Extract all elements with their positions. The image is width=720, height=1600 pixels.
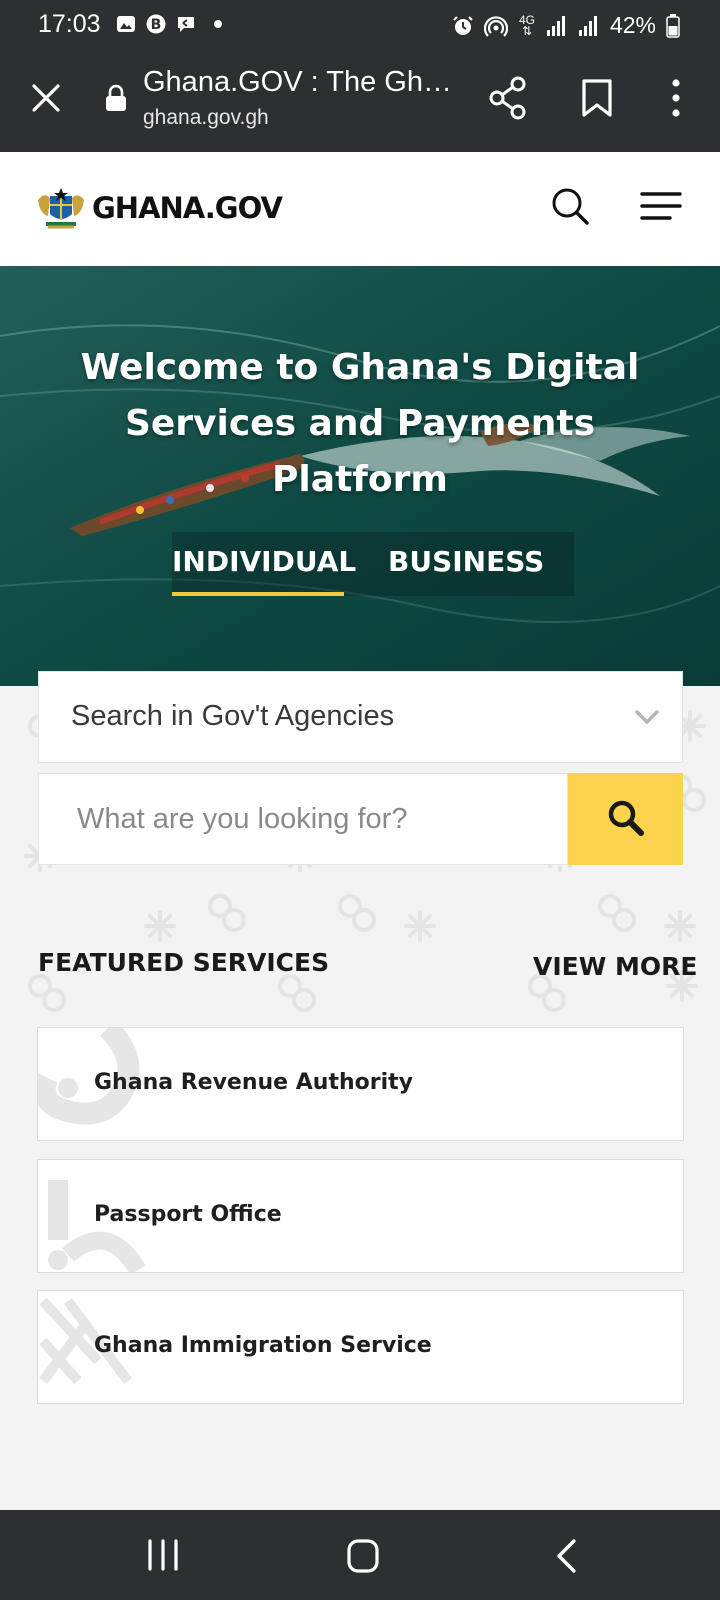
network-type: 4G ⇅ xyxy=(518,14,536,38)
svg-text:B: B xyxy=(151,17,162,33)
battery-percent: 42% xyxy=(609,12,656,38)
service-card-ghana-immigration-service[interactable]: Ghana Immigration Service xyxy=(37,1290,684,1404)
hero-title: Welcome to Ghana's Digital Services and … xyxy=(80,347,640,500)
service-label: Ghana Immigration Service xyxy=(94,1333,432,1358)
status-bar: 17:03 B 4G ⇅ 42% xyxy=(0,0,720,50)
alarm-icon xyxy=(453,15,473,35)
android-nav-bar xyxy=(0,1510,720,1600)
search-icon[interactable] xyxy=(550,186,590,226)
battery-icon xyxy=(666,13,680,38)
search-input[interactable] xyxy=(38,773,568,865)
hotspot-icon xyxy=(483,15,508,37)
service-card-passport-office[interactable]: Passport Office xyxy=(37,1159,684,1273)
close-icon[interactable] xyxy=(30,82,62,114)
logo-text: GHANA.GOV xyxy=(92,191,283,225)
dot-icon xyxy=(214,20,222,28)
recent-apps-icon[interactable] xyxy=(146,1538,180,1572)
view-more-link[interactable]: VIEW MORE xyxy=(533,952,697,981)
service-card-ghana-revenue-authority[interactable]: Ghana Revenue Authority xyxy=(37,1027,684,1141)
gallery-icon xyxy=(117,16,135,32)
notification-icons: B xyxy=(116,14,222,34)
page-url[interactable]: ghana.gov.gh xyxy=(143,106,269,130)
message-icon xyxy=(178,17,194,32)
b-app-icon: B xyxy=(146,14,166,34)
site-logo[interactable]: GHANA.GOV xyxy=(36,186,283,230)
signal-icon xyxy=(578,15,597,36)
audience-tabs: INDIVIDUAL BUSINESS xyxy=(172,532,574,596)
data-arrows-icon: ⇅ xyxy=(521,23,532,38)
browser-toolbar: Ghana.GOV : The Gh… ghana.gov.gh xyxy=(0,50,720,152)
tab-individual[interactable]: INDIVIDUAL xyxy=(172,532,356,596)
signal-icon xyxy=(546,15,565,36)
site-header: GHANA.GOV xyxy=(0,152,720,266)
back-icon[interactable] xyxy=(554,1538,578,1574)
search-icon xyxy=(608,800,644,836)
agency-select-label: Search in Gov't Agencies xyxy=(71,700,395,732)
page-title[interactable]: Ghana.GOV : The Gh… xyxy=(143,66,448,99)
service-label: Passport Office xyxy=(94,1202,282,1227)
hero-banner: Welcome to Ghana's Digital Services and … xyxy=(0,266,720,686)
coat-of-arms-emblem xyxy=(38,188,84,229)
status-time: 17:03 xyxy=(38,10,101,38)
tab-business[interactable]: BUSINESS xyxy=(388,532,558,596)
bookmark-icon[interactable] xyxy=(580,78,614,118)
system-status: 4G ⇅ 42% xyxy=(452,12,680,39)
share-icon[interactable] xyxy=(488,76,528,120)
search-button[interactable] xyxy=(568,773,683,865)
chevron-down-icon xyxy=(635,710,659,725)
service-label: Ghana Revenue Authority xyxy=(94,1070,413,1095)
more-vert-icon[interactable] xyxy=(668,78,684,118)
agency-select[interactable]: Search in Gov't Agencies xyxy=(38,671,683,763)
lock-icon[interactable] xyxy=(104,84,128,112)
featured-services-heading: FEATURED SERVICES xyxy=(38,948,330,977)
menu-icon[interactable] xyxy=(640,190,682,222)
home-icon[interactable] xyxy=(346,1538,380,1574)
